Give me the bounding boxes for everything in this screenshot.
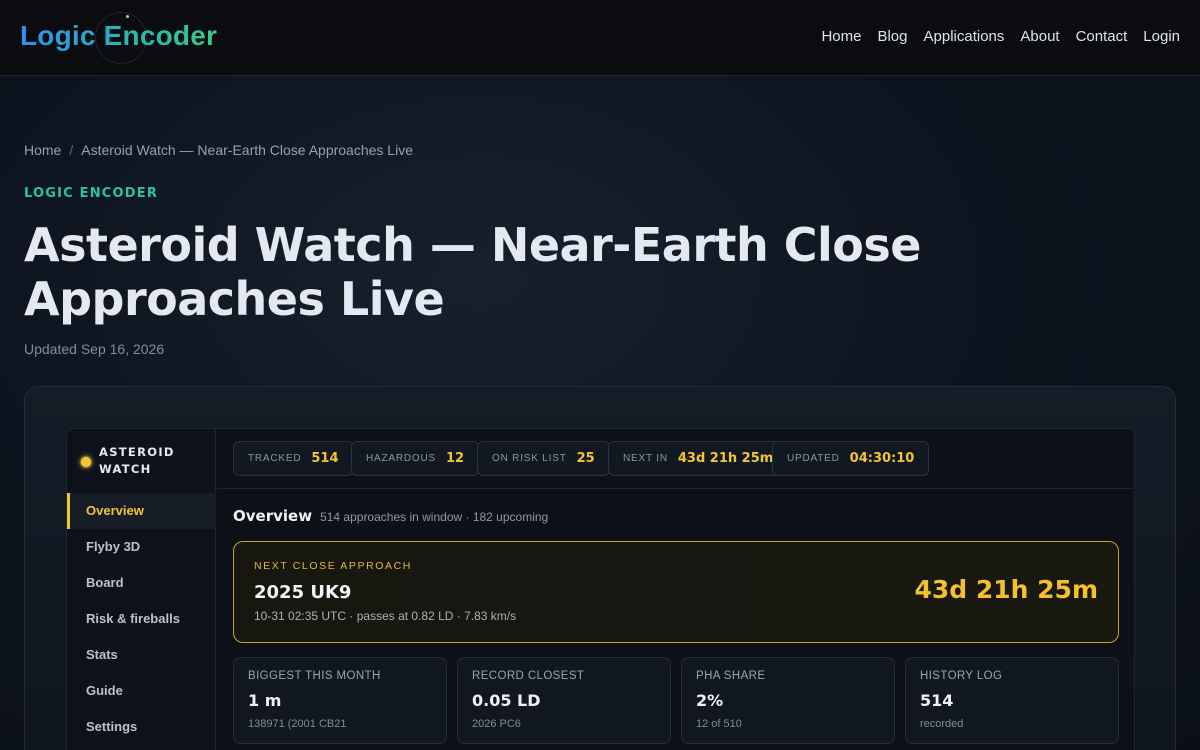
metric-card-pha-share: PHA SHARE 2% 12 of 510	[681, 657, 895, 744]
app-sidebar: ASTEROID WATCH Overview Flyby 3D Board R…	[67, 429, 216, 750]
overview-title: Overview	[233, 507, 313, 525]
stat-label: ON RISK LIST	[492, 453, 567, 464]
app-main: TRACKED 514 HAZARDOUS 12 ON RISK LIST 25…	[217, 429, 1134, 750]
stat-chip-hazardous: HAZARDOUS 12	[351, 441, 480, 476]
sidebar-item-flyby-3d[interactable]: Flyby 3D	[67, 529, 216, 565]
top-navbar: Logic Encoder Home Blog Applications Abo…	[0, 0, 1200, 76]
nav-contact[interactable]: Contact	[1076, 28, 1128, 45]
nav-blog[interactable]: Blog	[877, 28, 907, 45]
next-approach-countdown: 43d 21h 25m	[914, 575, 1098, 604]
stat-chip-updated: UPDATED 04:30:10	[772, 441, 930, 476]
stat-value: 25	[576, 451, 595, 466]
sidebar-item-board[interactable]: Board	[67, 565, 216, 601]
sidebar-item-settings[interactable]: Settings	[67, 709, 216, 745]
stat-label: HAZARDOUS	[366, 453, 436, 464]
nav-applications[interactable]: Applications	[924, 28, 1005, 45]
next-approach-label: NEXT CLOSE APPROACH	[254, 560, 412, 572]
next-approach-name: 2025 UK9	[254, 582, 352, 603]
nav-about[interactable]: About	[1020, 28, 1059, 45]
metric-label: HISTORY LOG	[920, 670, 1003, 682]
sun-icon	[81, 457, 91, 467]
app-side-nav: Overview Flyby 3D Board Risk & fireballs…	[67, 493, 216, 745]
app-brand: ASTEROID WATCH	[81, 444, 189, 478]
stat-label: TRACKED	[248, 453, 302, 464]
updated-date: Updated Sep 16, 2026	[24, 341, 165, 357]
overview-header: Overview 514 approaches in window · 182 …	[233, 507, 548, 525]
stat-value: 04:30:10	[849, 451, 915, 466]
sidebar-item-stats[interactable]: Stats	[67, 637, 216, 673]
breadcrumb: Home / Asteroid Watch — Near-Earth Close…	[24, 142, 413, 158]
metric-value: 2%	[696, 691, 724, 710]
metric-card-record-closest: RECORD CLOSEST 0.05 LD 2026 PC6	[457, 657, 671, 744]
metric-sub: 12 of 510	[696, 718, 742, 730]
nav-login[interactable]: Login	[1143, 28, 1180, 45]
stat-chip-next-in: NEXT IN 43d 21h 25m	[608, 441, 789, 476]
breadcrumb-home[interactable]: Home	[24, 142, 61, 158]
stat-chip-tracked: TRACKED 514	[233, 441, 354, 476]
app-brand-label: ASTEROID WATCH	[99, 445, 175, 476]
metric-sub: recorded	[920, 718, 964, 730]
page-title: Asteroid Watch — Near-Earth Close Approa…	[24, 218, 921, 326]
breadcrumb-separator: /	[69, 142, 74, 158]
metric-label: PHA SHARE	[696, 670, 766, 682]
asteroid-watch-app: ASTEROID WATCH Overview Flyby 3D Board R…	[66, 428, 1135, 750]
metric-value: 514	[920, 691, 954, 710]
metric-label: BIGGEST THIS MONTH	[248, 670, 381, 682]
metric-value: 0.05 LD	[472, 691, 541, 710]
stat-label: UPDATED	[787, 453, 840, 464]
stat-label: NEXT IN	[623, 453, 668, 464]
stat-value: 43d 21h 25m	[677, 451, 774, 466]
next-approach-card[interactable]: NEXT CLOSE APPROACH 2025 UK9 10-31 02:35…	[233, 541, 1119, 643]
nav-home[interactable]: Home	[821, 28, 861, 45]
sidebar-item-risk-fireballs[interactable]: Risk & fireballs	[67, 601, 216, 637]
metric-card-biggest: BIGGEST THIS MONTH 1 m 138971 (2001 CB21	[233, 657, 447, 744]
next-approach-detail: 10-31 02:35 UTC · passes at 0.82 LD · 7.…	[254, 609, 517, 623]
metric-sub: 138971 (2001 CB21	[248, 718, 347, 730]
metric-label: RECORD CLOSEST	[472, 670, 585, 682]
breadcrumb-current: Asteroid Watch — Near-Earth Close Approa…	[81, 142, 413, 158]
stat-value: 12	[445, 451, 465, 466]
stats-bar: TRACKED 514 HAZARDOUS 12 ON RISK LIST 25…	[217, 429, 1134, 489]
sidebar-item-overview[interactable]: Overview	[67, 493, 216, 529]
site-logo[interactable]: Logic Encoder	[20, 20, 217, 52]
overview-subtitle: 514 approaches in window · 182 upcoming	[320, 510, 549, 524]
metric-value: 1 m	[248, 691, 282, 710]
metric-sub: 2026 PC6	[472, 718, 521, 730]
article-kicker: LOGIC ENCODER	[24, 186, 159, 201]
stat-value: 514	[311, 451, 339, 466]
stat-chip-risk-list: ON RISK LIST 25	[477, 441, 610, 476]
main-nav: Home Blog Applications About Contact Log…	[821, 28, 1180, 45]
sidebar-item-guide[interactable]: Guide	[67, 673, 216, 709]
metric-card-history-log: HISTORY LOG 514 recorded	[905, 657, 1119, 744]
